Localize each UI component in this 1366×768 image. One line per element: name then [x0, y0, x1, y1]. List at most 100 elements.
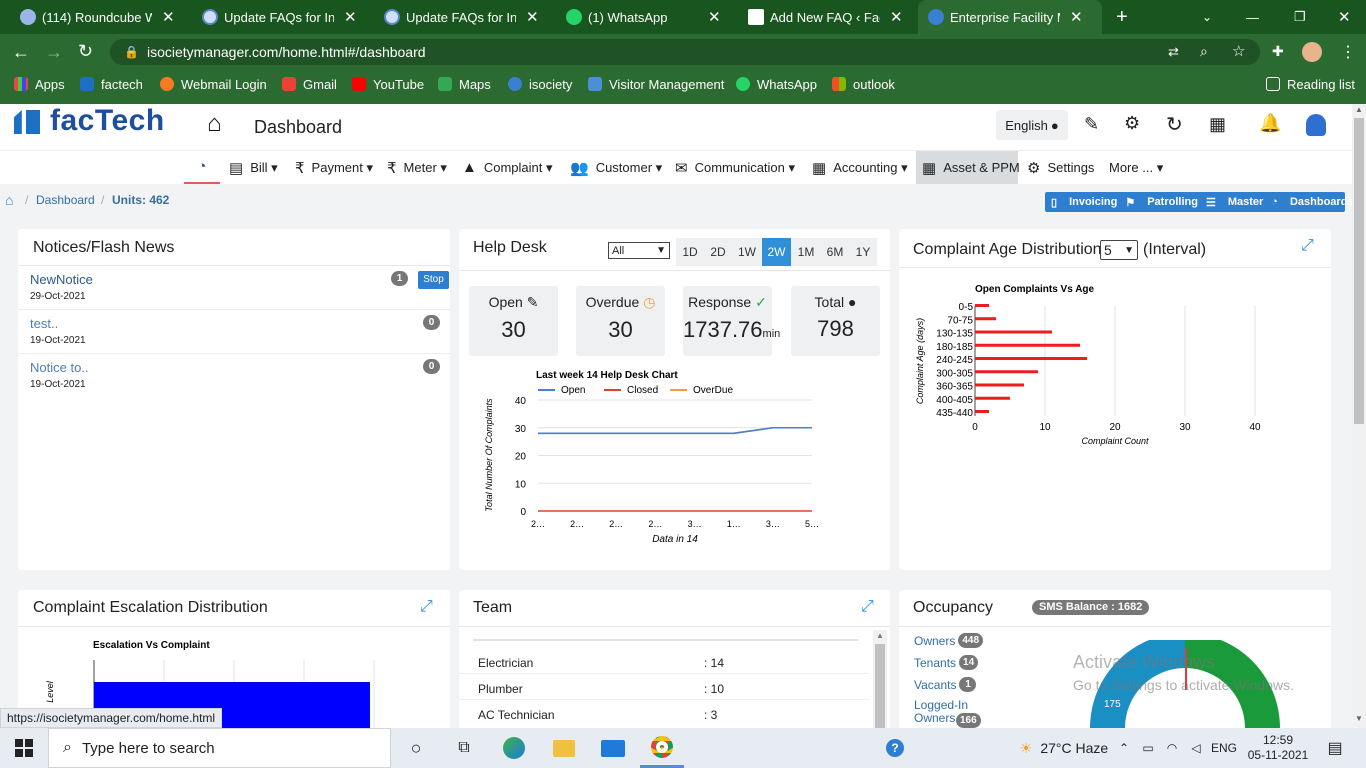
close-icon[interactable]: ✕ [162, 8, 175, 26]
range-1y[interactable]: 1Y [849, 238, 877, 266]
list-item[interactable]: test.. 19-Oct-2021 0 [18, 310, 450, 354]
start-button[interactable] [0, 728, 48, 768]
scrollbar[interactable]: ▲ [873, 630, 887, 730]
nav-communication[interactable]: ✉ Communication ▾ [675, 151, 795, 184]
bookmark-star-icon[interactable]: ☆ [1232, 42, 1245, 60]
bookmark-webmail[interactable]: Webmail Login [160, 70, 267, 98]
bookmark-factech[interactable]: factech [80, 70, 143, 98]
range-1m[interactable]: 1M [791, 238, 821, 266]
window-close-icon[interactable]: ✕ [1328, 0, 1361, 34]
stat-overdue[interactable]: Overdue ◷ 30 [576, 286, 665, 356]
close-icon[interactable]: ✕ [708, 8, 721, 26]
task-view-icon[interactable]: ⧉ [444, 728, 484, 768]
nav-dashboard[interactable]: ◔ [184, 151, 220, 184]
profile-avatar[interactable] [1302, 42, 1322, 62]
list-item[interactable]: Notice to.. 19-Oct-2021 0 [18, 354, 450, 398]
nav-bill[interactable]: ▤ Bill ▾ [229, 151, 278, 184]
chrome-icon[interactable] [640, 728, 684, 768]
taskbar-search[interactable]: ⌕ Type here to search [48, 728, 391, 768]
zoom-icon[interactable]: ⌕ [1200, 43, 1208, 60]
expand-icon[interactable]: ⤢ [861, 598, 874, 616]
browser-tab[interactable]: Update FAQs for Inver✕ [374, 0, 549, 34]
nav-payment[interactable]: ₹ Payment ▾ [295, 151, 373, 184]
language-select[interactable]: English ● [996, 110, 1068, 140]
close-icon[interactable]: ✕ [1070, 8, 1083, 26]
quick-link-dashboards[interactable]: Dashboards [1290, 196, 1354, 208]
occupancy-vacants[interactable]: Vacants 1 [914, 677, 977, 692]
browser-tab[interactable]: Add New FAQ ‹ Factec✕ [738, 0, 913, 34]
weather-widget[interactable]: ☀ 27°C Haze [1000, 728, 1128, 768]
apps-grid-icon[interactable]: ▦ [1209, 114, 1226, 135]
scrollbar-thumb[interactable] [1354, 118, 1364, 424]
nav-accounting[interactable]: ▦ Accounting ▾ [812, 151, 908, 184]
nav-customer[interactable]: 👥 Customer ▾ [570, 151, 662, 184]
refresh-icon[interactable]: ↻ [1166, 112, 1183, 137]
quick-link-patrolling[interactable]: Patrolling [1147, 196, 1198, 208]
bookmark-whatsapp[interactable]: WhatsApp [736, 70, 817, 98]
occupancy-tenants[interactable]: Tenants 14 [914, 655, 979, 670]
user-avatar-icon[interactable] [1306, 114, 1326, 136]
range-2w-active[interactable]: 2W [762, 238, 791, 266]
back-icon[interactable]: ← [12, 42, 30, 63]
breadcrumb-dashboard[interactable]: Dashboard [36, 193, 95, 207]
clock[interactable]: 12:59 05-11-2021 [1244, 728, 1312, 768]
page-scrollbar[interactable]: ▲ ▼ [1352, 104, 1366, 728]
minimize-icon[interactable]: — [1236, 0, 1269, 34]
nav-more[interactable]: More ... ▾ [1109, 151, 1163, 184]
volume-icon[interactable]: ◁ [1186, 728, 1206, 768]
browser-tab[interactable]: (1) WhatsApp ✕ [556, 0, 731, 34]
notice-title[interactable]: Notice to.. [30, 360, 89, 375]
extensions-icon[interactable]: ✚ [1272, 43, 1284, 60]
range-1d[interactable]: 1D [676, 238, 704, 266]
quick-link-invoicing[interactable]: Invoicing [1069, 196, 1117, 208]
bookmark-gmail[interactable]: Gmail [282, 70, 337, 98]
bookmark-visitor[interactable]: Visitor Management [588, 70, 724, 98]
home-icon[interactable]: ⌂ [5, 192, 13, 208]
forward-icon[interactable]: → [45, 42, 63, 63]
occupancy-owners[interactable]: Owners 448 [914, 633, 984, 648]
stat-open[interactable]: Open ✎ 30 [469, 286, 558, 356]
stat-total[interactable]: Total ● 798 [791, 286, 880, 356]
address-bar[interactable]: 🔒 isocietymanager.com/home.html#/dashboa… [110, 39, 1260, 65]
bookmark-maps[interactable]: Maps [438, 70, 491, 98]
range-2d[interactable]: 2D [704, 238, 732, 266]
nav-asset-ppm[interactable]: ▦ Asset & PPM [916, 151, 1020, 184]
tray-chevron-icon[interactable]: ⌃ [1114, 728, 1134, 768]
interval-select[interactable]: 5 ▼ [1100, 240, 1138, 260]
nav-settings[interactable]: ⚙ Settings [1027, 151, 1094, 184]
wifi-icon[interactable]: ◠ [1162, 728, 1182, 768]
menu-icon[interactable]: ⋮ [1340, 42, 1356, 62]
expand-icon[interactable]: ⤢ [420, 598, 433, 616]
logo-text[interactable]: facTech [50, 104, 165, 138]
expand-icon[interactable]: ⤢ [1301, 237, 1314, 255]
new-tab-button[interactable]: + [1106, 0, 1138, 34]
close-icon[interactable]: ✕ [526, 8, 539, 26]
cortana-icon[interactable]: ○ [396, 728, 436, 768]
stat-response[interactable]: Response ✓ 1737.76min [683, 286, 780, 356]
restore-icon[interactable]: ❐ [1284, 0, 1316, 34]
bookmark-isociety[interactable]: isociety [508, 70, 572, 98]
home-icon[interactable]: ⌂ [207, 110, 222, 138]
scrollbar-thumb[interactable] [875, 644, 885, 730]
reload-icon[interactable]: ↻ [78, 41, 93, 62]
browser-tab[interactable]: Update FAQs for Inver✕ [192, 0, 367, 34]
gear-icon[interactable]: ⚙ [1124, 113, 1140, 134]
close-icon[interactable]: ✕ [344, 8, 357, 26]
notification-center-icon[interactable]: ▤ [1318, 728, 1352, 768]
list-item[interactable]: NewNotice 29-Oct-2021 1 Stop [18, 266, 450, 310]
scroll-up-icon[interactable]: ▲ [876, 631, 884, 640]
nav-meter[interactable]: ₹ Meter ▾ [387, 151, 447, 184]
scroll-down-icon[interactable]: ▼ [1355, 714, 1363, 723]
tab-search-icon[interactable]: ⌄ [1192, 0, 1222, 34]
translate-icon[interactable]: ⇄ [1168, 44, 1179, 60]
help-badge-icon[interactable]: ? [880, 728, 910, 768]
scroll-up-icon[interactable]: ▲ [1355, 105, 1363, 114]
file-explorer-icon[interactable] [544, 728, 584, 768]
browser-tab-active[interactable]: Enterprise Facility Mar✕ [918, 0, 1102, 34]
edge-icon[interactable] [494, 728, 534, 768]
ticket-icon[interactable]: ✎ [1084, 114, 1099, 135]
stop-button[interactable]: Stop [418, 271, 449, 289]
notice-title[interactable]: test.. [30, 316, 58, 331]
bell-icon[interactable]: 🔔 [1259, 113, 1281, 134]
language-indicator[interactable]: ENG [1208, 728, 1240, 768]
